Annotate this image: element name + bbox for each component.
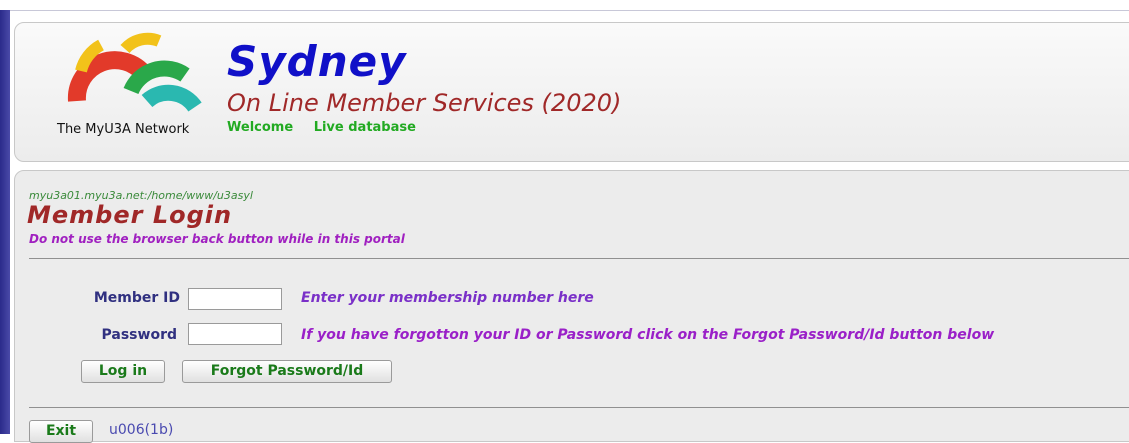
- status-line: Welcome Live database: [227, 120, 432, 135]
- password-label: Password: [101, 327, 177, 343]
- myu3a-logo-icon: [67, 32, 202, 112]
- password-input[interactable]: [188, 323, 282, 345]
- back-button-warning: Do not use the browser back button while…: [29, 232, 405, 246]
- version-label: u006(1b): [109, 422, 174, 438]
- site-subtitle: On Line Member Services (2020): [227, 89, 622, 117]
- welcome-text: Welcome: [227, 120, 294, 135]
- member-id-label: Member ID: [93, 290, 180, 306]
- database-text: Live database: [313, 120, 416, 135]
- forgot-password-button[interactable]: Forgot Password/Id: [182, 360, 392, 383]
- site-title: Sydney: [227, 37, 407, 86]
- member-id-hint: Enter your membership number here: [301, 290, 594, 306]
- divider-top: [29, 258, 1129, 259]
- main-panel: myu3a01.myu3a.net:/home/www/u3asyl Membe…: [14, 170, 1129, 443]
- member-id-input[interactable]: [188, 288, 282, 310]
- password-hint: If you have forgotton your ID or Passwor…: [301, 327, 995, 343]
- page-title: Member Login: [27, 201, 233, 229]
- header-panel: The MyU3A Network Sydney On Line Member …: [14, 22, 1129, 162]
- exit-button[interactable]: Exit: [29, 420, 93, 443]
- network-label: The MyU3A Network: [57, 122, 190, 137]
- login-button[interactable]: Log in: [81, 360, 165, 383]
- divider-bottom: [29, 407, 1129, 408]
- top-strip: [0, 0, 1129, 11]
- left-edge-bar: [0, 10, 10, 434]
